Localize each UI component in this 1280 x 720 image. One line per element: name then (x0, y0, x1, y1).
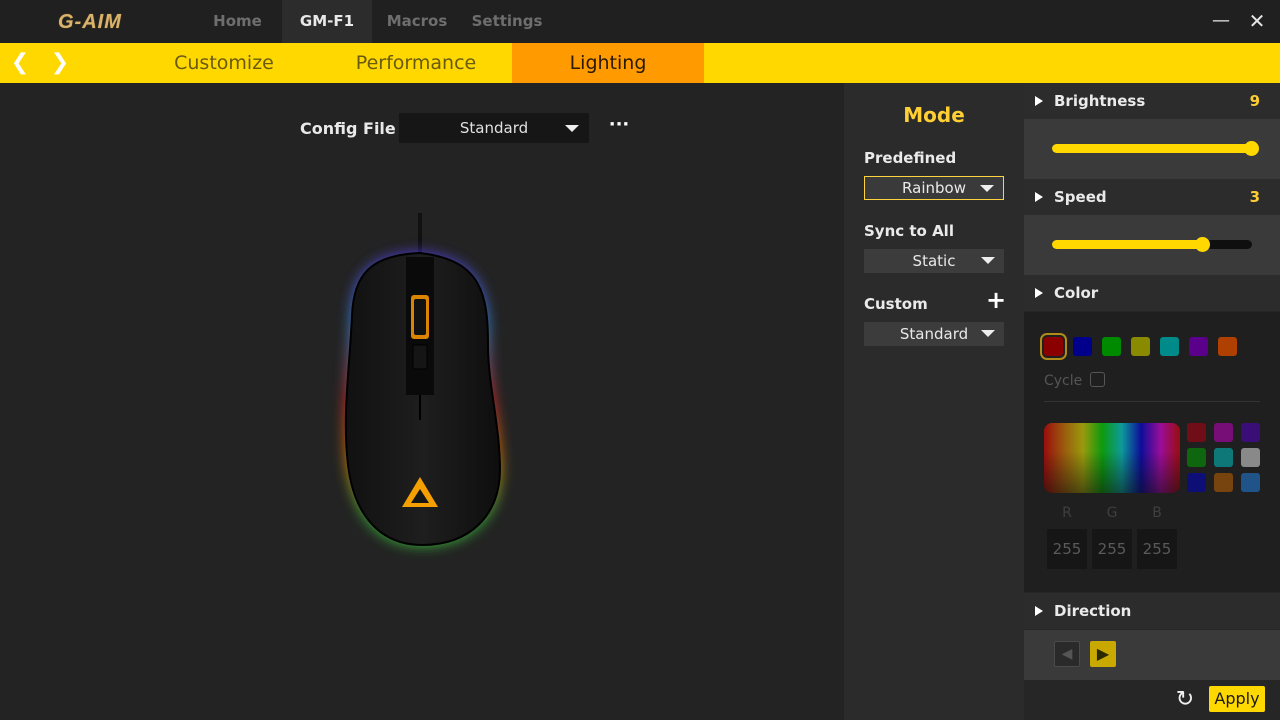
color-swatch[interactable] (1073, 337, 1092, 356)
speed-header[interactable]: Speed 3 (1024, 179, 1280, 215)
brightness-slider[interactable] (1052, 141, 1259, 156)
palette-swatch[interactable] (1187, 448, 1206, 467)
expand-triangle-icon (1035, 192, 1043, 202)
tab-lighting[interactable]: Lighting (512, 43, 704, 83)
speed-slider-knob[interactable] (1195, 237, 1210, 252)
mode-panel: Mode Predefined Rainbow Sync to All Stat… (844, 83, 1024, 720)
green-input[interactable]: 255 (1092, 529, 1132, 569)
color-body: Cycle R G B 255 255 255 (1024, 312, 1280, 592)
palette-swatch[interactable] (1214, 448, 1233, 467)
direction-left-icon[interactable]: ◀ (1054, 641, 1080, 667)
speed-slider[interactable] (1052, 237, 1252, 252)
color-swatch[interactable] (1040, 333, 1067, 360)
palette-swatch[interactable] (1214, 423, 1233, 442)
palette-swatch[interactable] (1214, 473, 1233, 492)
color-swatch[interactable] (1131, 337, 1150, 356)
brightness-slider-fill (1052, 144, 1252, 153)
brightness-value: 9 (1249, 92, 1260, 110)
color-header[interactable]: Color (1024, 275, 1280, 311)
color-swatch[interactable] (1218, 337, 1237, 356)
chevron-right-icon[interactable]: ❯ (50, 43, 70, 83)
refresh-icon[interactable]: ↻ (1172, 687, 1198, 713)
palette-swatch[interactable] (1241, 448, 1260, 467)
predefined-label: Predefined (864, 149, 957, 167)
predefined-select[interactable]: Rainbow (864, 176, 1004, 200)
sub-nav: ❮ ❯ Customize Performance Lighting (0, 43, 1280, 83)
blue-input[interactable]: 255 (1137, 529, 1177, 569)
expand-triangle-icon (1035, 96, 1043, 106)
speed-slider-fill (1052, 240, 1202, 249)
palette-swatch[interactable] (1187, 473, 1206, 492)
brightness-header[interactable]: Brightness 9 (1024, 83, 1280, 119)
palette-swatch[interactable] (1241, 473, 1260, 492)
app-logo: G-AIM (58, 11, 122, 33)
tab-performance[interactable]: Performance (328, 43, 504, 83)
expand-triangle-icon (1035, 606, 1043, 616)
palette-swatch[interactable] (1241, 423, 1260, 442)
tab-macros[interactable]: Macros (378, 0, 456, 43)
green-label: G (1106, 505, 1118, 521)
custom-label: Custom (864, 295, 928, 313)
direction-body: ◀ ▶ (1024, 630, 1280, 680)
add-custom-button[interactable]: + (986, 288, 1006, 312)
speed-body (1024, 215, 1280, 275)
tab-customize[interactable]: Customize (144, 43, 304, 83)
settings-panel: Brightness 9 Speed 3 Color Cycle R G B 2… (1024, 83, 1280, 720)
apply-button[interactable]: Apply (1209, 686, 1265, 712)
config-file-label: Config File (300, 119, 396, 138)
config-file-select[interactable]: Standard (399, 113, 589, 143)
tab-home[interactable]: Home (200, 0, 275, 43)
direction-label: Direction (1054, 602, 1132, 620)
speed-label: Speed (1054, 188, 1107, 206)
custom-value: Standard (899, 325, 969, 343)
direction-right-icon[interactable]: ▶ (1090, 641, 1116, 667)
red-input[interactable]: 255 (1047, 529, 1087, 569)
divider (1044, 401, 1260, 402)
tab-gm-f1[interactable]: GM-F1 (282, 0, 372, 43)
blue-label: B (1152, 505, 1162, 521)
sync-to-all-select[interactable]: Static (864, 249, 1004, 273)
close-button[interactable]: ✕ (1244, 8, 1270, 34)
minimize-button[interactable]: — (1208, 8, 1234, 34)
color-swatch[interactable] (1189, 337, 1208, 356)
mode-title: Mode (903, 103, 965, 127)
cycle-checkbox[interactable] (1090, 372, 1105, 387)
sync-to-all-value: Static (912, 252, 956, 270)
mouse-illustration (344, 213, 502, 547)
caret-down-icon (981, 330, 995, 337)
caret-down-icon (981, 257, 995, 264)
tab-settings[interactable]: Settings (466, 0, 548, 43)
custom-select[interactable]: Standard (864, 322, 1004, 346)
expand-triangle-icon (1035, 288, 1043, 298)
more-options-button[interactable]: ··· (608, 113, 630, 143)
brightness-body (1024, 119, 1280, 179)
brightness-label: Brightness (1054, 92, 1146, 110)
color-swatch[interactable] (1102, 337, 1121, 356)
color-spectrum[interactable] (1044, 423, 1180, 493)
color-label: Color (1054, 284, 1099, 302)
caret-down-icon (980, 185, 994, 192)
title-bar: G-AIM Home GM-F1 Macros Settings — ✕ (0, 0, 1280, 43)
sync-to-all-label: Sync to All (864, 222, 954, 240)
cycle-label: Cycle (1044, 373, 1083, 389)
red-label: R (1062, 505, 1072, 521)
direction-header[interactable]: Direction (1024, 593, 1280, 629)
chevron-left-icon[interactable]: ❮ (10, 43, 30, 83)
config-file-value: Standard (459, 119, 529, 137)
predefined-value: Rainbow (902, 179, 966, 197)
speed-value: 3 (1249, 188, 1260, 206)
color-swatch[interactable] (1160, 337, 1179, 356)
palette-swatch[interactable] (1187, 423, 1206, 442)
mouse-image (310, 205, 530, 565)
caret-down-icon (565, 125, 579, 132)
brightness-slider-knob[interactable] (1244, 141, 1259, 156)
